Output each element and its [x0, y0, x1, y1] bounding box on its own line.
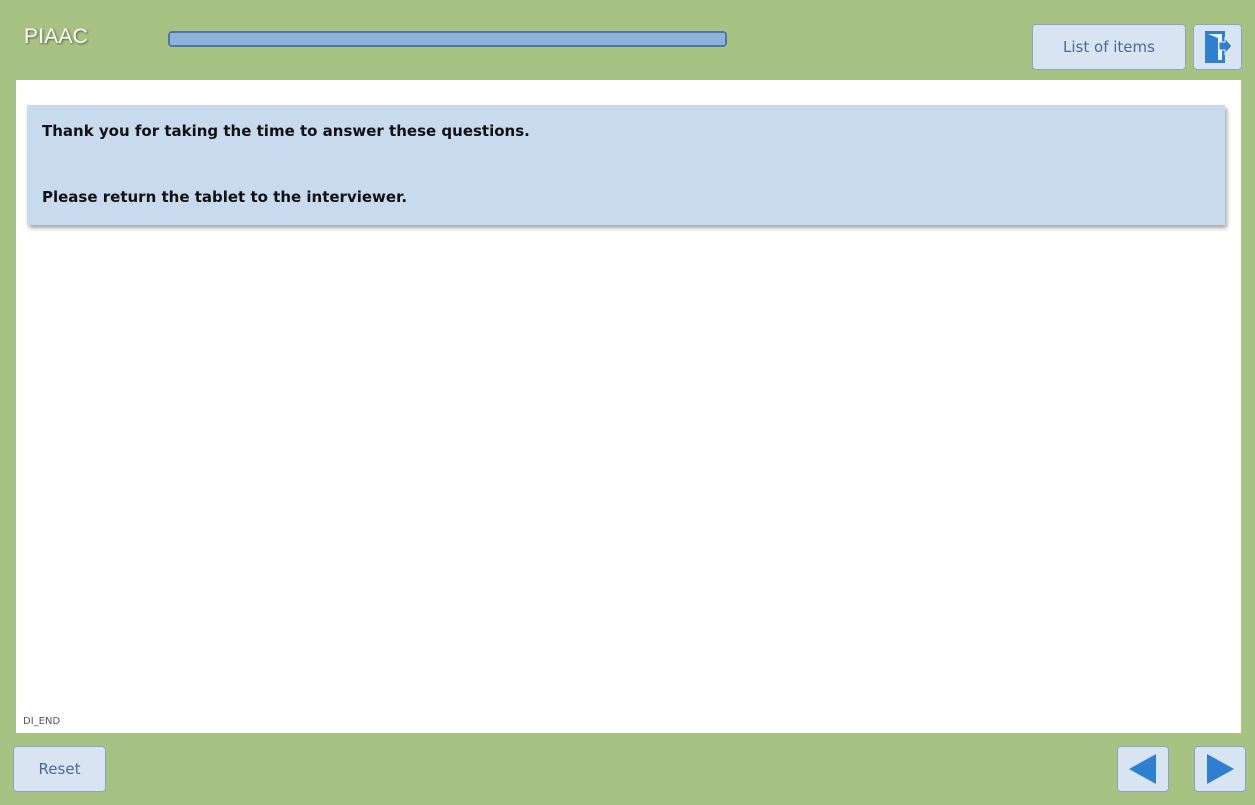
app-title: PIAAC [24, 25, 89, 48]
progress-bar-fill [170, 33, 725, 45]
next-button[interactable] [1194, 746, 1246, 792]
list-of-items-button[interactable]: List of items [1032, 24, 1186, 70]
return-tablet-message: Please return the tablet to the intervie… [42, 188, 408, 206]
arrow-right-icon [1207, 754, 1234, 784]
message-box: Thank you for taking the time to answer … [27, 105, 1225, 225]
screen-id-label: DI_END [23, 716, 61, 727]
progress-bar [168, 31, 727, 47]
content-panel: Thank you for taking the time to answer … [16, 80, 1241, 733]
exit-button[interactable] [1193, 24, 1242, 70]
arrow-left-icon [1129, 754, 1156, 784]
reset-button[interactable]: Reset [13, 746, 106, 792]
previous-button[interactable] [1117, 746, 1169, 792]
exit-door-icon [1204, 31, 1233, 63]
thank-you-message: Thank you for taking the time to answer … [42, 122, 530, 140]
